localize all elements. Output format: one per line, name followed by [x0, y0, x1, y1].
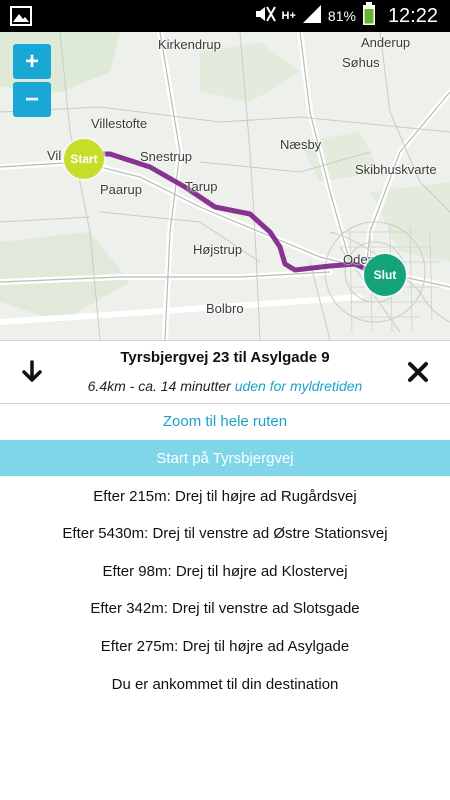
zoom-out-button[interactable]: −: [13, 82, 51, 117]
zoom-in-button[interactable]: +: [13, 44, 51, 79]
route-distance-time: 6.4km - ca. 14 minutter: [87, 378, 231, 394]
place-label: Kirkendrup: [158, 37, 221, 52]
direction-step[interactable]: Efter 5430m: Drej til venstre ad Østre S…: [0, 515, 450, 551]
clock: 12:22: [387, 4, 438, 27]
mute-icon: [254, 4, 276, 29]
direction-step[interactable]: Efter 215m: Drej til højre ad Rugårdsvej: [0, 478, 450, 514]
route-title: Tyrsbjergvej 23 til Asylgade 9: [120, 349, 330, 366]
status-bar: H+ 81% 12:22: [0, 0, 450, 32]
start-marker[interactable]: Start: [64, 139, 104, 179]
signal-icon: [302, 4, 322, 29]
network-type: H+: [281, 10, 296, 22]
zoom-to-route-link[interactable]: Zoom til hele ruten: [0, 403, 450, 439]
route-summary: 6.4km - ca. 14 minutter uden for myldret…: [0, 378, 450, 394]
direction-step-start[interactable]: Start på Tyrsbjergvej: [0, 440, 450, 476]
direction-step[interactable]: Efter 342m: Drej til venstre ad Slotsgad…: [0, 590, 450, 626]
place-label: Skibhuskvarte: [355, 162, 437, 177]
traffic-note: uden for myldretiden: [234, 378, 363, 394]
direction-step[interactable]: Efter 98m: Drej til højre ad Klostervej: [0, 553, 450, 589]
place-label: Snestrup: [140, 149, 193, 164]
battery-icon: [362, 1, 376, 31]
close-icon[interactable]: [405, 359, 431, 385]
place-label: Næsby: [280, 137, 322, 152]
place-label: Bolbro: [206, 301, 244, 316]
battery-percent: 81%: [327, 8, 356, 24]
place-label: Vil: [47, 148, 62, 163]
direction-step[interactable]: Efter 275m: Drej til højre ad Asylgade: [0, 628, 450, 664]
place-label: Søhus: [342, 55, 380, 70]
place-label: Anderup: [361, 35, 411, 50]
place-label: Tarup: [185, 179, 218, 194]
route-summary-panel: Tyrsbjergvej 23 til Asylgade 9 6.4km - c…: [0, 340, 450, 404]
place-label: Paarup: [100, 182, 142, 197]
place-label: Villestofte: [91, 116, 148, 131]
image-icon: [10, 6, 32, 31]
end-marker[interactable]: Slut: [364, 254, 406, 296]
place-label: Højstrup: [193, 242, 243, 257]
route-map[interactable]: Kirkendrup Anderup Søhus Villestofte Vil…: [0, 32, 450, 340]
direction-step-arrival[interactable]: Du er ankommet til din destination: [0, 666, 450, 702]
